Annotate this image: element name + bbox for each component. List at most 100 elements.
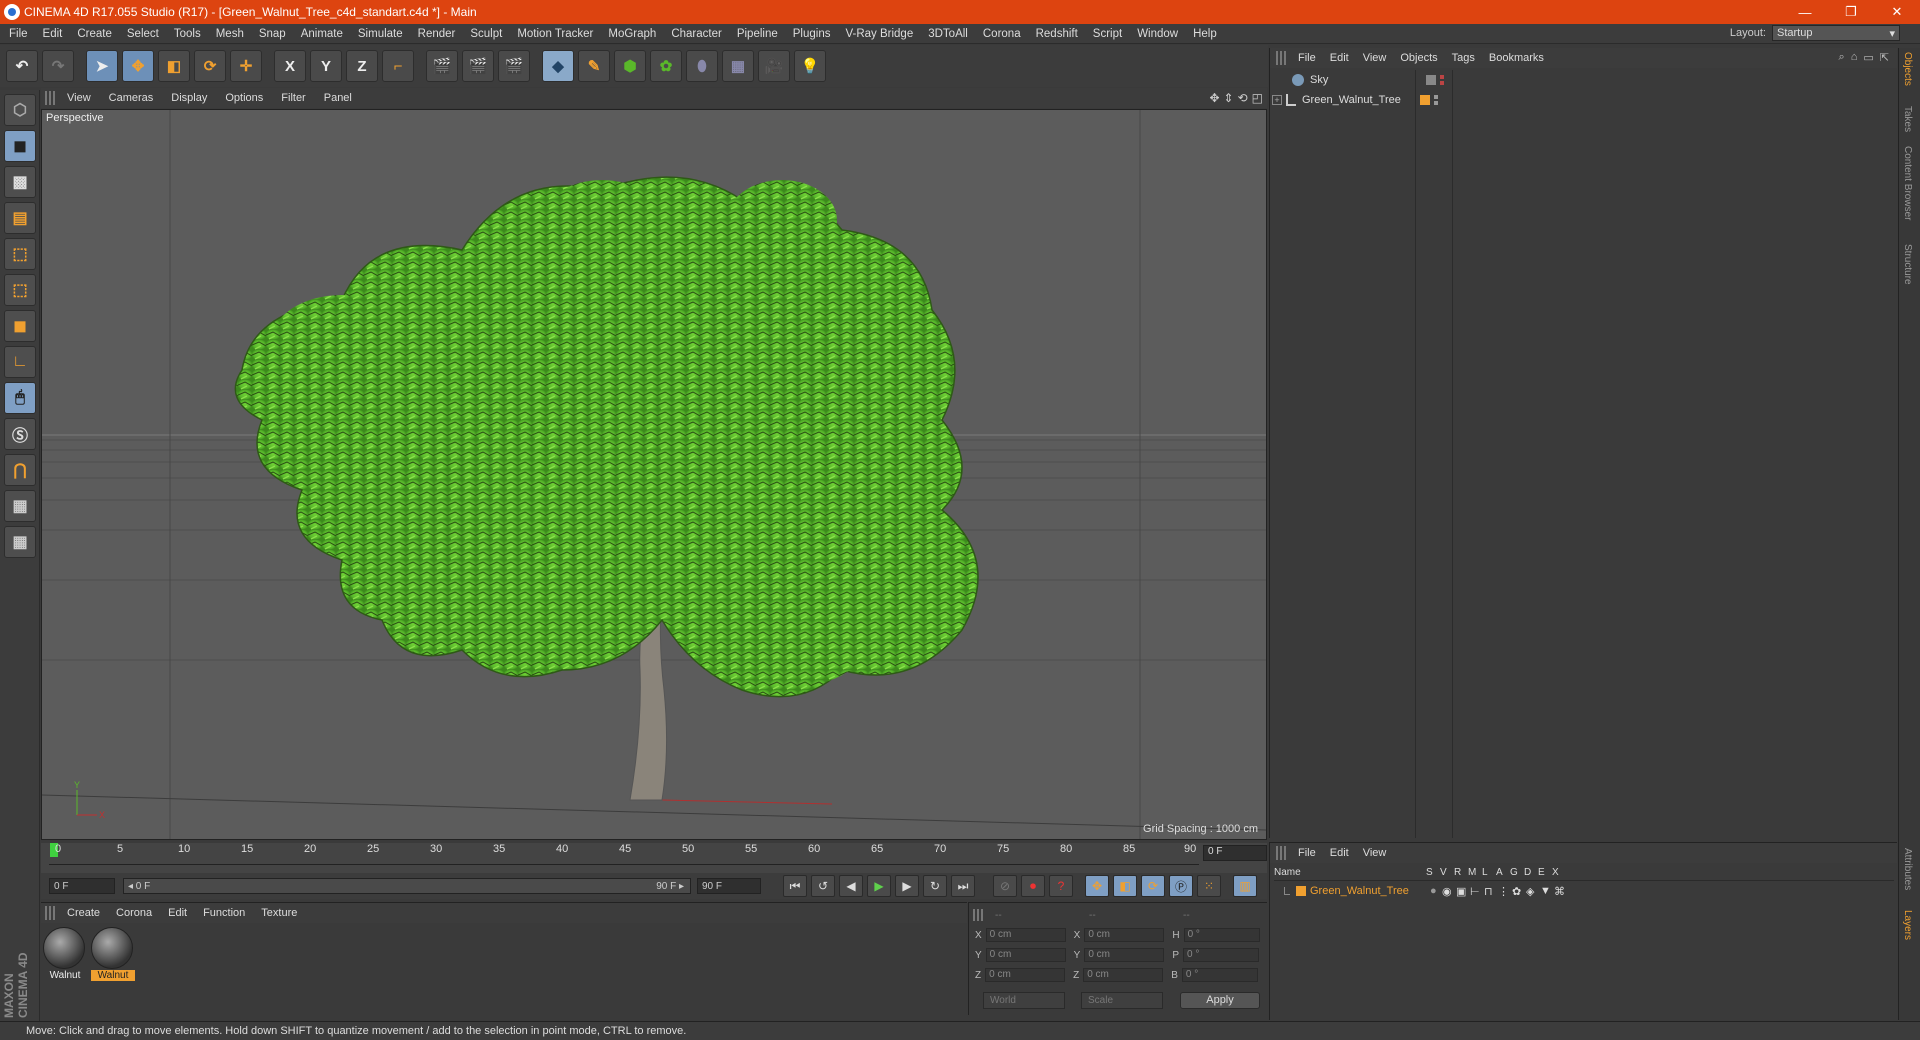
add-light-button[interactable]: 💡 [794,50,826,82]
render-settings-button[interactable]: 🎬 [498,50,530,82]
search-icon[interactable]: ⌕ [1839,51,1845,64]
menu-motion-tracker[interactable]: Motion Tracker [508,28,599,40]
autokey-button[interactable]: ? [1049,875,1073,897]
key-param-button[interactable]: Ⓟ [1169,875,1193,897]
make-editable-button[interactable]: ⬡ [4,94,36,126]
home-icon[interactable]: ⌂ [1851,51,1858,64]
workplane-align-button[interactable]: ▦ [4,526,36,558]
grip-icon[interactable] [45,91,57,105]
material-menu-corona[interactable]: Corona [116,907,152,919]
model-mode-button[interactable]: ◼ [4,130,36,162]
live-selection-button[interactable]: ➤ [86,50,118,82]
close-button[interactable]: ✕ [1874,0,1920,24]
workplane-lock-button[interactable]: ▦ [4,490,36,522]
viewport-menu-options[interactable]: Options [225,92,263,104]
snap-button[interactable]: ⋂ [4,454,36,486]
objects-menu-objects[interactable]: Objects [1400,52,1437,64]
tab-attributes[interactable]: Attributes [1902,848,1913,890]
frame-ruler[interactable]: 0 5 10 15 20 25 30 35 40 45 50 55 60 65 … [49,843,1199,865]
layer-swatch-icon[interactable] [1426,75,1436,85]
grip-icon[interactable] [973,909,985,921]
lock-icon[interactable]: ⊓ [1484,885,1498,898]
generator-icon[interactable]: ✿ [1512,885,1526,898]
menu-render[interactable]: Render [409,28,462,40]
restore-button[interactable]: ❐ [1828,0,1874,24]
add-deformer-button[interactable]: ⬮ [686,50,718,82]
menu-animate[interactable]: Animate [292,28,349,40]
menu-select[interactable]: Select [118,28,165,40]
rotation-b-field[interactable]: 0 ° [1181,968,1258,982]
minimize-button[interactable]: — [1782,0,1828,24]
objects-menu-view[interactable]: View [1363,52,1387,64]
grip-icon[interactable] [45,906,57,920]
menu-snap[interactable]: Snap [250,28,292,40]
viewport-menu-cameras[interactable]: Cameras [109,92,154,104]
tab-structure[interactable]: Structure [1902,244,1913,285]
add-spline-button[interactable]: ✎ [578,50,610,82]
layer-swatch-icon[interactable] [1420,95,1430,105]
viewport-menu-filter[interactable]: Filter [281,92,305,104]
viewport-menu-panel[interactable]: Panel [324,92,352,104]
tab-objects[interactable]: Objects [1902,52,1913,86]
expand-icon[interactable]: ⇱ [1880,51,1889,64]
objects-menu-bookmarks[interactable]: Bookmarks [1489,52,1544,64]
menu-mograph[interactable]: MoGraph [599,28,662,40]
menu-file[interactable]: File [0,28,34,40]
grip-icon[interactable] [1276,51,1288,65]
material-menu-create[interactable]: Create [67,907,100,919]
menu-tools[interactable]: Tools [165,28,207,40]
prev-key-button[interactable]: ↺ [811,875,835,897]
key-scale-button[interactable]: ◧ [1113,875,1137,897]
expand-plus-icon[interactable]: + [1272,95,1282,105]
menu-redshift[interactable]: Redshift [1027,28,1084,40]
end-frame-field[interactable]: 90 F [697,878,761,894]
coord-space-dropdown[interactable]: World [983,992,1065,1009]
menu-character[interactable]: Character [662,28,728,40]
render-icon[interactable]: ▣ [1456,885,1470,898]
layers-menu-view[interactable]: View [1363,847,1387,859]
layers-menu-file[interactable]: File [1298,847,1316,859]
record-button[interactable]: ⏺ [1021,875,1045,897]
tweak-mode-button[interactable]: 🖱 [4,382,36,414]
material-thumbnail-selected[interactable]: Walnut [91,927,135,981]
manager-icon[interactable]: ⊢ [1470,885,1484,898]
y-axis-lock-button[interactable]: Y [310,50,342,82]
rotation-p-field[interactable]: 0 ° [1183,948,1260,962]
points-mode-button[interactable]: ⬚ [4,238,36,270]
record-key-disabled-button[interactable]: ⊘ [993,875,1017,897]
goto-end-button[interactable]: ⏭ [951,875,975,897]
menu-edit[interactable]: Edit [34,28,69,40]
add-floor-button[interactable]: ▦ [722,50,754,82]
start-frame-field[interactable]: 0 F [49,878,115,894]
material-thumbnail[interactable]: Walnut [43,927,87,981]
position-x-field[interactable]: 0 cm [985,928,1066,942]
viewport-menu-display[interactable]: Display [171,92,207,104]
menu-mesh[interactable]: Mesh [207,28,250,40]
move-tool-button[interactable]: ✥ [122,50,154,82]
menu-help[interactable]: Help [1184,28,1223,40]
frame-range-slider[interactable]: ◂ 0 F 90 F ▸ [123,878,691,894]
maximize-icon[interactable]: ◰ [1252,91,1263,105]
layout-dropdown[interactable]: Startup ▾ [1772,25,1900,41]
size-y-field[interactable]: 0 cm [1084,948,1165,962]
render-to-picture-viewer-button[interactable]: 🎬 [462,50,494,82]
x-axis-lock-button[interactable]: X [274,50,306,82]
grip-icon[interactable] [1276,846,1288,860]
goto-start-button[interactable]: ⏮ [783,875,807,897]
render-view-button[interactable]: 🎬 [426,50,458,82]
workplane-mode-button[interactable]: ▤ [4,202,36,234]
material-menu-edit[interactable]: Edit [168,907,187,919]
layers-menu-edit[interactable]: Edit [1330,847,1349,859]
objects-menu-file[interactable]: File [1298,52,1316,64]
object-row-sky[interactable]: Sky [1280,72,1896,88]
material-menu-function[interactable]: Function [203,907,245,919]
timeline-window-button[interactable]: ▥ [1233,875,1257,897]
edges-mode-button[interactable]: ⬚ [4,274,36,306]
rotation-h-field[interactable]: 0 ° [1183,928,1260,942]
coord-size-mode-dropdown[interactable]: Scale [1081,992,1163,1009]
tab-takes[interactable]: Takes [1902,106,1913,132]
key-position-button[interactable]: ✥ [1085,875,1109,897]
object-row-green-walnut-tree[interactable]: + Green_Walnut_Tree [1272,92,1896,108]
tab-content-browser[interactable]: Content Browser [1902,146,1913,220]
3d-viewport[interactable]: Y X Perspective Grid Spacing : 1000 cm [41,109,1267,840]
